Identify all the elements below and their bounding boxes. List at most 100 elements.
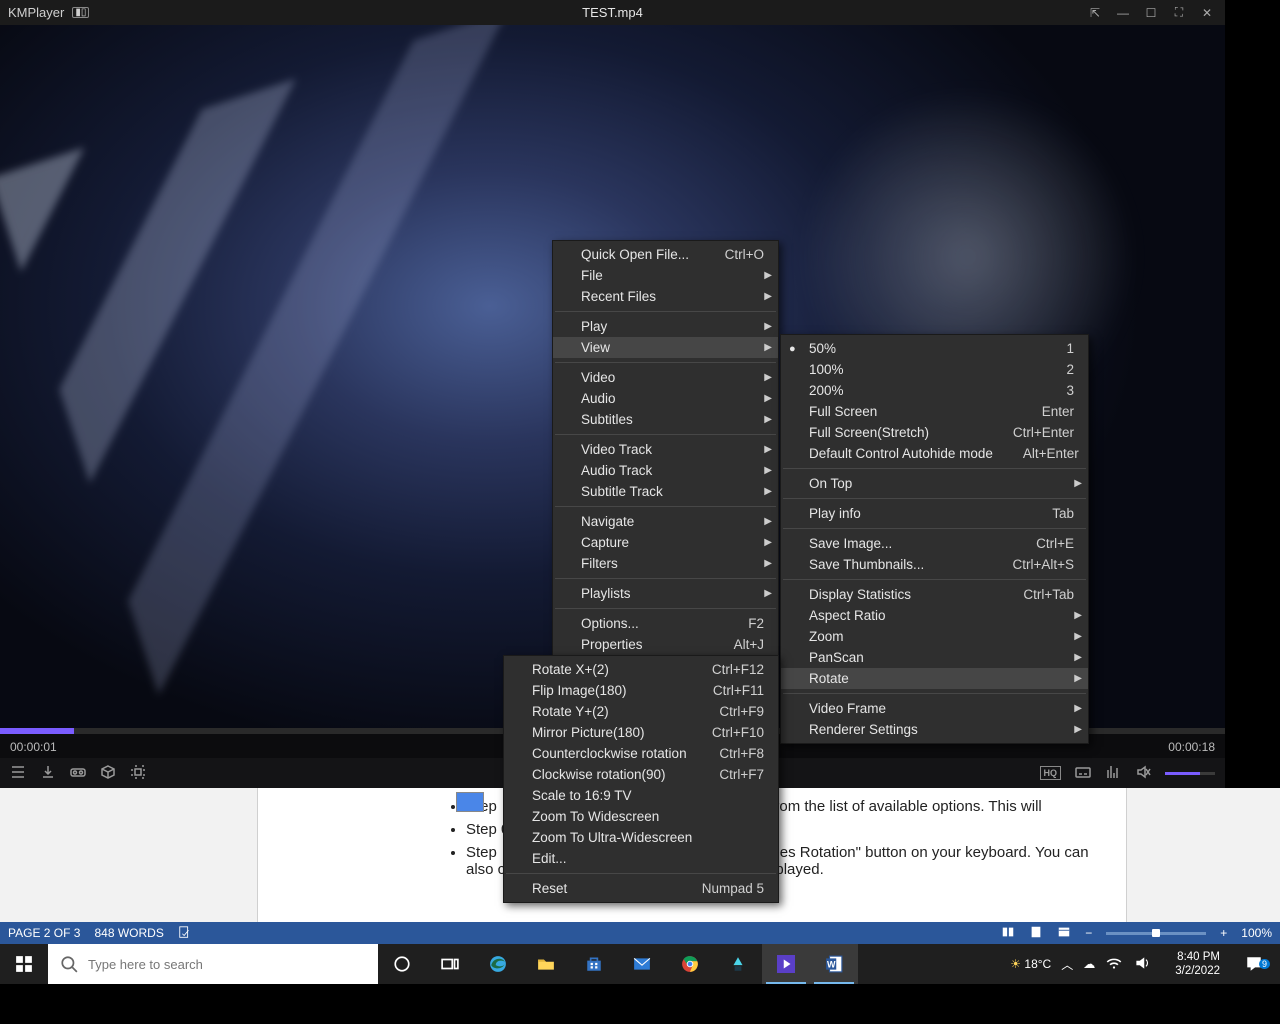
taskbar-search[interactable]: Type here to search: [48, 944, 378, 984]
menu-item-shortcut: Enter: [1042, 404, 1074, 419]
view-menu-item[interactable]: Aspect Ratio▶: [781, 605, 1088, 626]
page-indicator[interactable]: PAGE 2 OF 3: [8, 926, 80, 940]
rotate-menu-item[interactable]: Rotate Y+(2)Ctrl+F9: [504, 701, 778, 722]
minimize-button[interactable]: —: [1109, 0, 1137, 25]
start-button[interactable]: [0, 944, 48, 984]
main-menu-item[interactable]: Audio▶: [553, 388, 778, 409]
equalizer-icon[interactable]: [1105, 764, 1121, 783]
chevron-right-icon: ▶: [764, 321, 772, 332]
main-menu-item[interactable]: Audio Track▶: [553, 460, 778, 481]
view-menu-item[interactable]: Play infoTab: [781, 503, 1088, 524]
main-menu-item[interactable]: Filters▶: [553, 553, 778, 574]
rotate-menu-item[interactable]: Edit...: [504, 848, 778, 869]
rotate-menu-item[interactable]: Clockwise rotation(90)Ctrl+F7: [504, 764, 778, 785]
rotate-menu-item[interactable]: Zoom To Ultra-Widescreen: [504, 827, 778, 848]
notifications-button[interactable]: 9: [1234, 955, 1274, 973]
weather-widget[interactable]: ☀ 18°C: [1010, 957, 1051, 971]
zoom-value[interactable]: 100%: [1241, 926, 1272, 940]
playlist-icon[interactable]: [10, 764, 26, 783]
rotate-menu-item[interactable]: Flip Image(180)Ctrl+F11: [504, 680, 778, 701]
download-icon[interactable]: [40, 764, 56, 783]
cortana-icon[interactable]: [378, 944, 426, 984]
main-menu-item[interactable]: Video▶: [553, 367, 778, 388]
view-menu-item[interactable]: Rotate▶: [781, 668, 1088, 689]
rotate-menu-item[interactable]: Mirror Picture(180)Ctrl+F10: [504, 722, 778, 743]
view-menu-item[interactable]: Default Control Autohide modeAlt+Enter: [781, 443, 1088, 464]
zoom-out-button[interactable]: −: [1085, 926, 1092, 940]
tray-chevron-up-icon[interactable]: ︿: [1061, 956, 1073, 973]
chevron-right-icon: ▶: [1074, 724, 1082, 735]
view-menu-item[interactable]: Zoom▶: [781, 626, 1088, 647]
main-menu-item[interactable]: Subtitle Track▶: [553, 481, 778, 502]
maximize-button[interactable]: ☐: [1137, 0, 1165, 25]
main-menu-item[interactable]: Video Track▶: [553, 439, 778, 460]
view-menu-item[interactable]: Renderer Settings▶: [781, 719, 1088, 740]
task-view-icon[interactable]: [426, 944, 474, 984]
print-layout-icon[interactable]: [1029, 925, 1043, 942]
main-menu-item[interactable]: Options...F2: [553, 613, 778, 634]
spellcheck-icon[interactable]: [178, 925, 192, 942]
menu-item-label: Aspect Ratio: [809, 608, 1074, 623]
mute-icon[interactable]: [1135, 764, 1151, 783]
kmplayer-titlebar[interactable]: KMPlayer ▮▯ TEST.mp4 ⇱ — ☐ ⛶ ✕: [0, 0, 1225, 25]
file-explorer-icon[interactable]: [522, 944, 570, 984]
view-menu-item[interactable]: Full Screen(Stretch)Ctrl+Enter: [781, 422, 1088, 443]
view-menu-item[interactable]: 100%2: [781, 359, 1088, 380]
view-menu-item[interactable]: PanScan▶: [781, 647, 1088, 668]
crop-icon[interactable]: [130, 764, 146, 783]
vr-icon[interactable]: [70, 764, 86, 783]
main-menu-item[interactable]: Capture▶: [553, 532, 778, 553]
clock-time: 8:40 PM: [1175, 950, 1220, 964]
subtitle-icon[interactable]: [1075, 764, 1091, 783]
main-menu-item[interactable]: Navigate▶: [553, 511, 778, 532]
main-menu-item[interactable]: PropertiesAlt+J: [553, 634, 778, 655]
main-menu-item[interactable]: View▶: [553, 337, 778, 358]
rotate-menu-item[interactable]: Scale to 16:9 TV: [504, 785, 778, 806]
view-menu-item[interactable]: Full ScreenEnter: [781, 401, 1088, 422]
view-menu-item[interactable]: ●50%1: [781, 338, 1088, 359]
view-menu-item[interactable]: On Top▶: [781, 473, 1088, 494]
main-menu-item[interactable]: Subtitles▶: [553, 409, 778, 430]
zoom-slider[interactable]: [1106, 932, 1206, 935]
view-menu-item[interactable]: Video Frame▶: [781, 698, 1088, 719]
chrome-icon[interactable]: [666, 944, 714, 984]
onedrive-icon[interactable]: ☁: [1083, 957, 1095, 971]
pin-icon[interactable]: ⇱: [1081, 0, 1109, 25]
hq-icon[interactable]: HQ: [1040, 766, 1062, 780]
menu-item-label: Audio Track: [581, 463, 764, 478]
3d-icon[interactable]: [100, 764, 116, 783]
rotate-menu-item[interactable]: Rotate X+(2)Ctrl+F12: [504, 659, 778, 680]
read-mode-icon[interactable]: [1001, 925, 1015, 942]
word-taskbar-icon[interactable]: W: [810, 944, 858, 984]
menu-item-shortcut: Ctrl+O: [725, 247, 764, 262]
volume-slider[interactable]: [1165, 772, 1215, 775]
wifi-icon[interactable]: [1105, 954, 1123, 975]
main-menu-item[interactable]: File▶: [553, 265, 778, 286]
rotate-menu-item[interactable]: Counterclockwise rotationCtrl+F8: [504, 743, 778, 764]
word-count[interactable]: 848 WORDS: [94, 926, 163, 940]
menu-item-label: Recent Files: [581, 289, 764, 304]
chevron-right-icon: ▶: [1074, 478, 1082, 489]
view-menu-item[interactable]: Save Thumbnails...Ctrl+Alt+S: [781, 554, 1088, 575]
taskbar-clock[interactable]: 8:40 PM 3/2/2022: [1171, 950, 1224, 978]
rotate-menu-item[interactable]: ResetNumpad 5: [504, 878, 778, 899]
fullscreen-button[interactable]: ⛶: [1165, 0, 1193, 25]
rotate-menu-item[interactable]: Zoom To Widescreen: [504, 806, 778, 827]
volume-icon[interactable]: [1133, 954, 1151, 975]
main-menu-item[interactable]: Recent Files▶: [553, 286, 778, 307]
main-menu-item[interactable]: Playlists▶: [553, 583, 778, 604]
view-menu-item[interactable]: Save Image...Ctrl+E: [781, 533, 1088, 554]
web-layout-icon[interactable]: [1057, 925, 1071, 942]
app-icon-1[interactable]: [714, 944, 762, 984]
zoom-in-button[interactable]: +: [1220, 926, 1227, 940]
edge-icon[interactable]: [474, 944, 522, 984]
microsoft-store-icon[interactable]: [570, 944, 618, 984]
mail-icon[interactable]: [618, 944, 666, 984]
close-button[interactable]: ✕: [1193, 0, 1221, 25]
menu-item-label: Default Control Autohide mode: [809, 446, 993, 461]
view-menu-item[interactable]: 200%3: [781, 380, 1088, 401]
main-menu-item[interactable]: Play▶: [553, 316, 778, 337]
kmplayer-taskbar-icon[interactable]: [762, 944, 810, 984]
view-menu-item[interactable]: Display StatisticsCtrl+Tab: [781, 584, 1088, 605]
main-menu-item[interactable]: Quick Open File...Ctrl+O: [553, 244, 778, 265]
